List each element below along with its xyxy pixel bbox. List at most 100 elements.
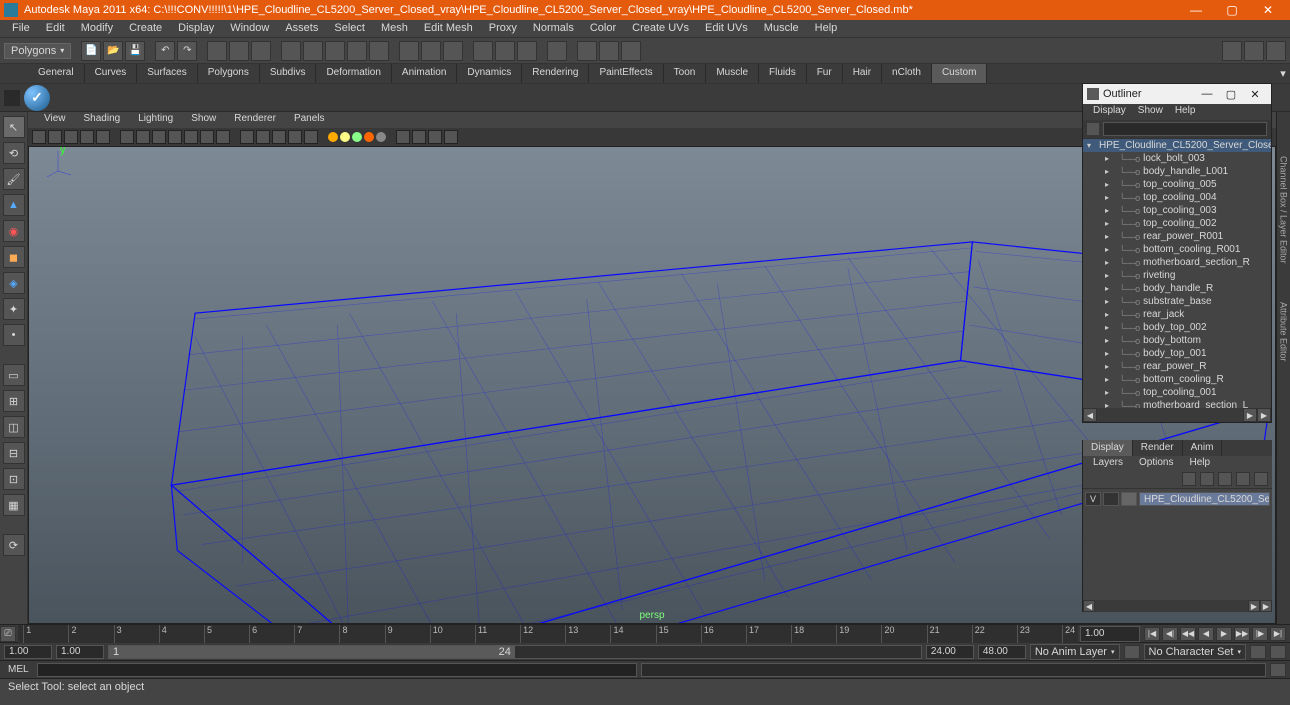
shelf-tab-animation[interactable]: Animation [392, 64, 457, 83]
layer-row[interactable]: V HPE_Cloudline_CL5200_Server_Close [1085, 491, 1270, 507]
outliner-tree[interactable]: ▾HPE_Cloudline_CL5200_Server_Closed▸└──o… [1083, 138, 1271, 408]
vp-select-camera-button[interactable] [32, 130, 46, 144]
play-forward-button[interactable]: ▶ [1216, 627, 1232, 641]
layer-scroll-right2[interactable]: ▶ [1260, 600, 1272, 612]
vp-image-plane-button[interactable] [80, 130, 94, 144]
show-layer-button[interactable] [599, 41, 619, 61]
inputs-button[interactable] [399, 41, 419, 61]
vp-light1-button[interactable] [328, 132, 338, 142]
menu-create-uvs[interactable]: Create UVs [624, 20, 697, 37]
shelf-tab-deformation[interactable]: Deformation [316, 64, 391, 83]
viewport-menu-view[interactable]: View [36, 112, 74, 128]
menu-modify[interactable]: Modify [73, 20, 121, 37]
outliner-item[interactable]: ▸└──o body_top_001 [1083, 347, 1271, 360]
outliner-filter-icon[interactable] [1087, 123, 1099, 135]
time-snap-button[interactable]: ⎚ [0, 626, 16, 642]
vp-light4-button[interactable] [364, 132, 374, 142]
range-track[interactable]: 124 [108, 645, 922, 659]
menu-window[interactable]: Window [222, 20, 277, 37]
outliner-item[interactable]: ▸└──o top_cooling_001 [1083, 386, 1271, 399]
layer-menu-help[interactable]: Help [1183, 456, 1216, 470]
vp-light2-button[interactable] [340, 132, 350, 142]
show-channel-button[interactable] [577, 41, 597, 61]
soft-mod-tool[interactable]: ✦ [3, 298, 25, 320]
ui-element-1-button[interactable] [1222, 41, 1242, 61]
anim-layer-button[interactable] [1124, 645, 1140, 659]
outliner-menu-help[interactable]: Help [1169, 104, 1202, 120]
side-tab-channel-box-layer-editor[interactable]: Channel Box / Layer Editor [1279, 152, 1289, 268]
menu-edit-uvs[interactable]: Edit UVs [697, 20, 756, 37]
layer-menu-options[interactable]: Options [1133, 456, 1179, 470]
menu-normals[interactable]: Normals [525, 20, 582, 37]
snap-grid-button[interactable] [281, 41, 301, 61]
custom-pane-button[interactable]: ▦ [3, 494, 25, 516]
anim-layer-combo[interactable]: No Anim Layer [1030, 644, 1120, 660]
anim-start-field[interactable]: 1.00 [4, 645, 52, 659]
history-tool[interactable]: ⟳ [3, 534, 25, 556]
menu-create[interactable]: Create [121, 20, 170, 37]
select-by-hierarchy-button[interactable] [207, 41, 227, 61]
menu-mesh[interactable]: Mesh [373, 20, 416, 37]
shelf-tab-muscle[interactable]: Muscle [706, 64, 759, 83]
shelf-tab-ncloth[interactable]: nCloth [882, 64, 932, 83]
current-frame-field[interactable]: 1.00 [1080, 626, 1140, 642]
outliner-item[interactable]: ▸└──o body_bottom [1083, 334, 1271, 347]
rotate-tool[interactable]: ◉ [3, 220, 25, 242]
hypershade-button[interactable] [547, 41, 567, 61]
outliner-item[interactable]: ▸└──o rear_jack [1083, 308, 1271, 321]
command-input[interactable] [37, 663, 637, 677]
range-start-field[interactable]: 1.00 [56, 645, 104, 659]
layer-name[interactable]: HPE_Cloudline_CL5200_Server_Close [1139, 492, 1270, 506]
go-to-end-button[interactable]: ▶| [1270, 627, 1286, 641]
outliner-root[interactable]: ▾HPE_Cloudline_CL5200_Server_Closed [1083, 139, 1271, 152]
outliner-item[interactable]: ▸└──o rear_power_R [1083, 360, 1271, 373]
outliner-titlebar[interactable]: Outliner — ▢ ✕ [1083, 84, 1271, 104]
outliner-item[interactable]: ▸└──o bottom_cooling_R001 [1083, 243, 1271, 256]
three-pane-button[interactable]: ⊡ [3, 468, 25, 490]
ui-element-3-button[interactable] [1266, 41, 1286, 61]
character-set-combo[interactable]: No Character Set [1144, 644, 1247, 660]
layer-scroll-right[interactable]: ▶ [1248, 600, 1260, 612]
two-pane-stack-button[interactable]: ⊟ [3, 442, 25, 464]
select-by-object-button[interactable] [229, 41, 249, 61]
vp-textured-button[interactable] [272, 130, 286, 144]
shelf-tab-fur[interactable]: Fur [807, 64, 843, 83]
outliner-menu-show[interactable]: Show [1132, 104, 1169, 120]
shelf-tab-polygons[interactable]: Polygons [198, 64, 260, 83]
menu-proxy[interactable]: Proxy [481, 20, 525, 37]
outliner-item[interactable]: ▸└──o lock_bolt_003 [1083, 152, 1271, 165]
viewport-menu-lighting[interactable]: Lighting [130, 112, 181, 128]
side-tab-attribute-editor[interactable]: Attribute Editor [1279, 298, 1289, 366]
outliner-item[interactable]: ▸└──o riveting [1083, 269, 1271, 282]
maximize-button[interactable]: ▢ [1214, 0, 1250, 20]
vp-film-gate-button[interactable] [136, 130, 150, 144]
shelf-menu-button[interactable]: ▾ [1276, 64, 1290, 83]
layer-btn-5[interactable] [1254, 472, 1268, 486]
shelf-tab-fluids[interactable]: Fluids [759, 64, 807, 83]
redo-button[interactable]: ↷ [177, 41, 197, 61]
vp-light3-button[interactable] [352, 132, 362, 142]
shelf-tab-surfaces[interactable]: Surfaces [137, 64, 197, 83]
channel-tab-display[interactable]: Display [1083, 440, 1133, 456]
menu-help[interactable]: Help [807, 20, 846, 37]
layer-btn-2[interactable] [1200, 472, 1214, 486]
outliner-scroll-right2[interactable]: ▶ [1257, 408, 1271, 422]
time-ruler[interactable]: 123456789101112131415161718192021222324 [18, 625, 1078, 643]
viewport-menu-panels[interactable]: Panels [286, 112, 333, 128]
channel-tab-anim[interactable]: Anim [1183, 440, 1223, 456]
vp-lights-button[interactable] [288, 130, 302, 144]
shelf-tab-dynamics[interactable]: Dynamics [457, 64, 522, 83]
shelf-tab-painteffects[interactable]: PaintEffects [589, 64, 663, 83]
range-thumb[interactable]: 124 [109, 646, 515, 658]
vp-smooth-shade-button[interactable] [256, 130, 270, 144]
paint-select-tool[interactable]: 🖌 [3, 168, 25, 190]
vp-gate-mask-button[interactable] [168, 130, 182, 144]
menu-edit[interactable]: Edit [38, 20, 73, 37]
vp-safe-action-button[interactable] [200, 130, 214, 144]
anim-end-field[interactable]: 48.00 [978, 645, 1026, 659]
outliner-item[interactable]: ▸└──o body_handle_R [1083, 282, 1271, 295]
vp-xray-joints-button[interactable] [428, 130, 442, 144]
layer-menu-layers[interactable]: Layers [1087, 456, 1129, 470]
layer-btn-3[interactable] [1218, 472, 1232, 486]
layer-type-cell[interactable] [1103, 492, 1119, 506]
